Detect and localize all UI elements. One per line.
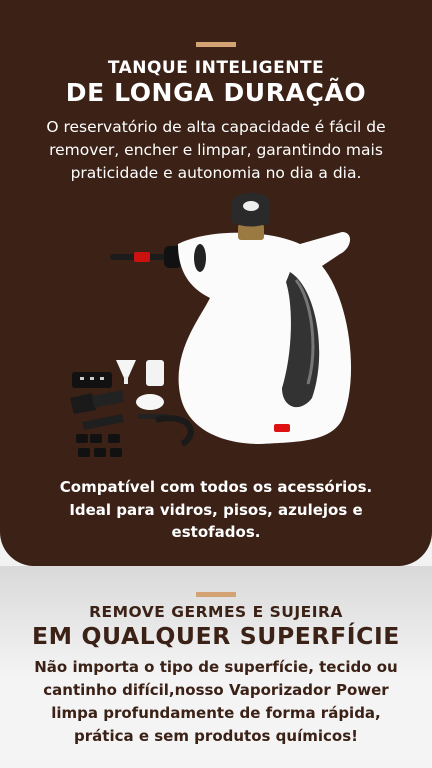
accent-bar-top (196, 42, 236, 47)
nozzle-icon (110, 246, 182, 268)
section-top-body: O reservatório de alta capacidade é fáci… (46, 118, 386, 182)
cleaner-body-icon (178, 232, 352, 444)
steam-cleaner-image (70, 193, 352, 457)
accent-bar-bottom (196, 592, 236, 597)
section-bottom-kicker: REMOVE GERMES E SUJEIRA (89, 603, 343, 621)
section-top-headline: DE LONGA DURAÇÃO (65, 78, 367, 107)
accessories-icon (70, 360, 194, 457)
section-bottom-headline: EM QUALQUER SUPERFÍCIE (32, 622, 400, 650)
section-top-kicker: TANQUE INTELIGENTE (107, 58, 325, 78)
section-top-caption: Compatível com todos os acessórios. Idea… (59, 478, 373, 541)
section-bottom-body: Não importa o tipo de superfície, tecido… (34, 658, 398, 745)
